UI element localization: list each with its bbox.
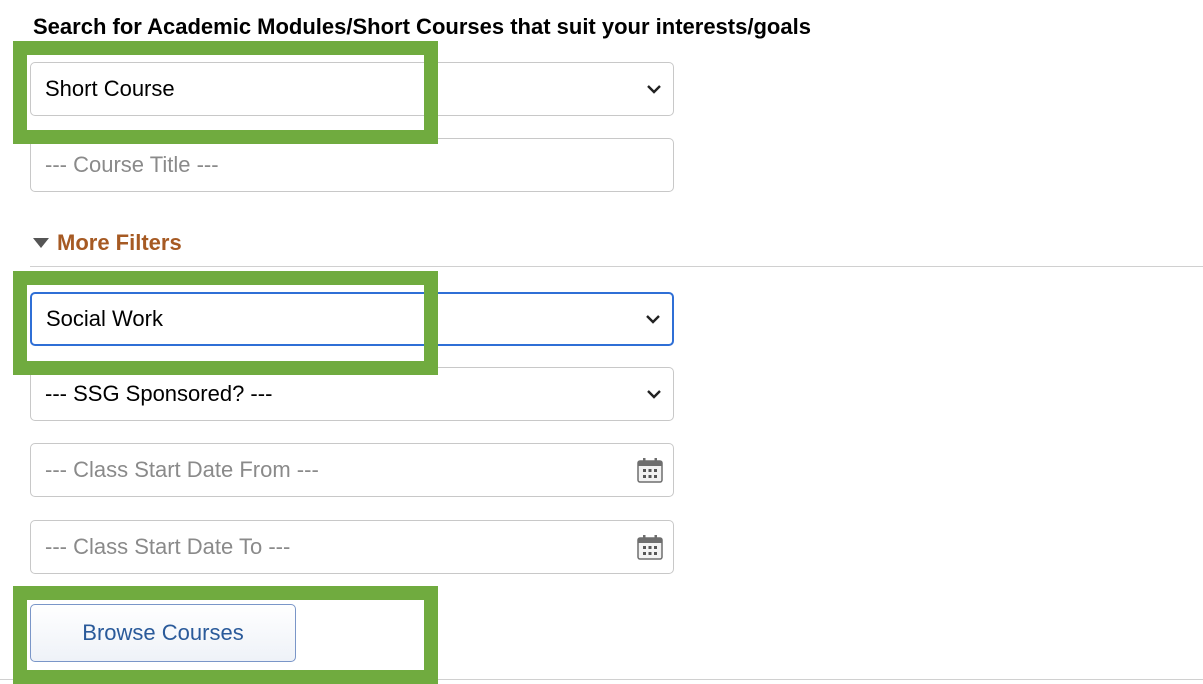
section-divider <box>30 266 1203 267</box>
discipline-value: Social Work <box>46 306 163 331</box>
course-title-placeholder: --- Course Title --- <box>45 152 219 177</box>
course-title-input[interactable]: --- Course Title --- <box>30 138 674 192</box>
bottom-divider <box>0 679 1203 680</box>
caret-down-icon <box>33 238 49 248</box>
calendar-icon[interactable] <box>637 457 663 483</box>
course-type-select[interactable]: Short Course <box>30 62 674 116</box>
class-start-date-to-input[interactable]: --- Class Start Date To --- <box>30 520 674 574</box>
ssg-sponsored-select[interactable]: --- SSG Sponsored? --- <box>30 367 674 421</box>
start-to-placeholder: --- Class Start Date To --- <box>45 534 291 559</box>
more-filters-toggle[interactable]: More Filters <box>33 230 182 256</box>
page-heading: Search for Academic Modules/Short Course… <box>33 14 811 39</box>
calendar-icon[interactable] <box>637 534 663 560</box>
chevron-down-icon <box>646 315 660 324</box>
chevron-down-icon <box>647 85 661 94</box>
class-start-date-from-input[interactable]: --- Class Start Date From --- <box>30 443 674 497</box>
chevron-down-icon <box>647 390 661 399</box>
start-from-placeholder: --- Class Start Date From --- <box>45 457 319 482</box>
browse-courses-button[interactable]: Browse Courses <box>30 604 296 662</box>
discipline-select[interactable]: Social Work <box>30 292 674 346</box>
course-type-value: Short Course <box>45 76 175 101</box>
ssg-sponsored-value: --- SSG Sponsored? --- <box>45 381 273 406</box>
more-filters-label: More Filters <box>57 230 182 255</box>
